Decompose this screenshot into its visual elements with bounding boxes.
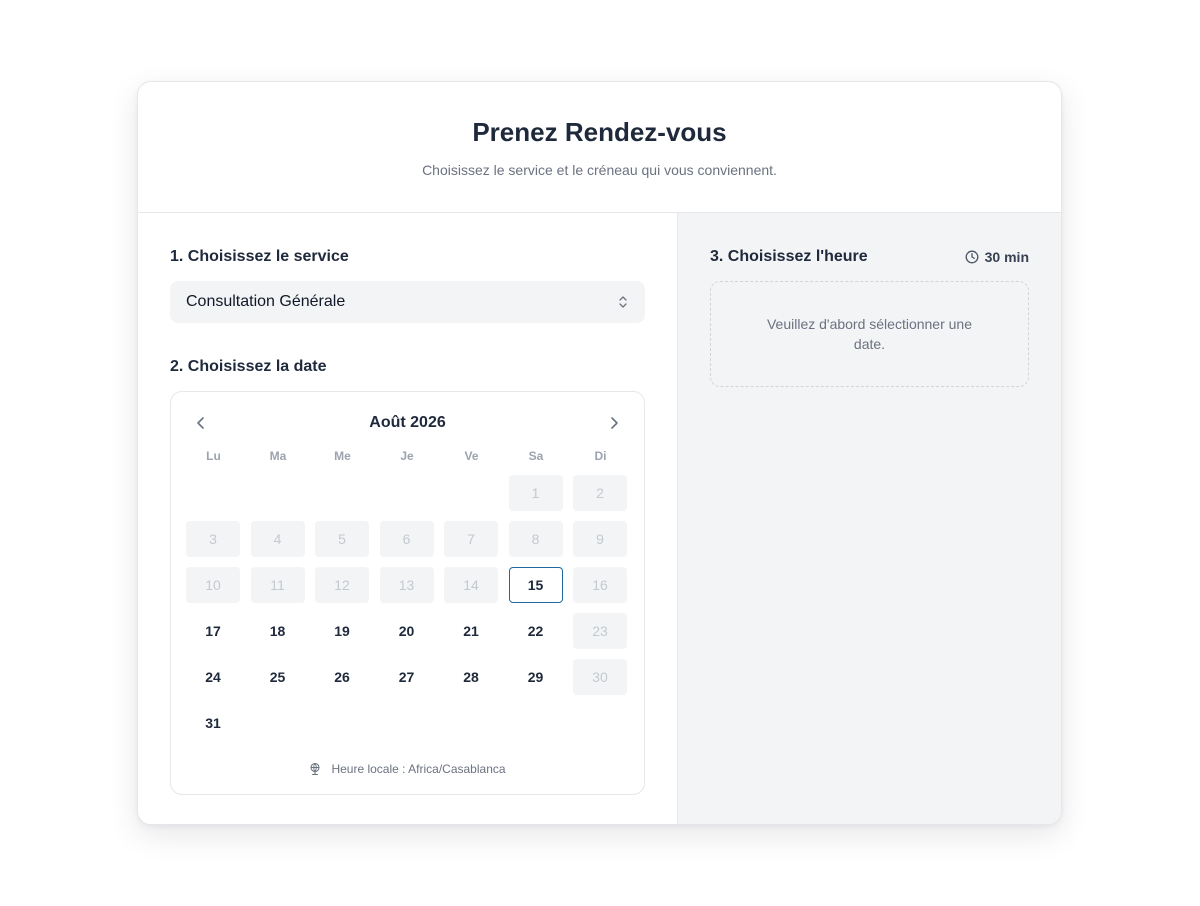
- right-panel: 3. Choisissez l'heure 30 min Veuillez d'…: [677, 213, 1061, 824]
- day-cell[interactable]: 21: [444, 613, 498, 649]
- clock-icon: [965, 250, 979, 264]
- day-cell-disabled: 9: [573, 521, 627, 557]
- prev-month-button[interactable]: [186, 408, 216, 438]
- day-cell[interactable]: 31: [186, 705, 240, 741]
- empty-day-cell: [186, 475, 240, 511]
- day-cell[interactable]: 29: [509, 659, 563, 695]
- day-cell[interactable]: 22: [509, 613, 563, 649]
- card-header: Prenez Rendez-vous Choisissez le service…: [138, 82, 1061, 213]
- weekday-label: Di: [594, 449, 607, 463]
- chevron-left-icon: [197, 417, 204, 429]
- day-cell[interactable]: 26: [315, 659, 369, 695]
- day-grid: 1 2 3 4 5 6 7 8 9 10 11 12 13 14 15 16 17 18 19 20 21 22 23 24 2…: [186, 475, 629, 741]
- day-cell-disabled: 12: [315, 567, 369, 603]
- weekday-label: Sa: [528, 449, 544, 463]
- day-cell-disabled: 30: [573, 659, 627, 695]
- day-cell-today[interactable]: 15: [508, 567, 563, 603]
- calendar: Août 2026 Lu Ma Me Je Ve Sa Di 1 2 3 4 5 6 7 8 9 10 11 12…: [170, 391, 645, 795]
- day-cell-disabled: 10: [186, 567, 240, 603]
- calendar-header: Août 2026: [186, 408, 629, 438]
- weekday-label: Me: [334, 449, 351, 463]
- day-cell[interactable]: 25: [251, 659, 305, 695]
- page-title: Prenez Rendez-vous: [472, 117, 727, 147]
- next-month-button[interactable]: [599, 408, 629, 438]
- globe-icon: [310, 762, 321, 776]
- date-section-label: 2. Choisissez la date: [170, 358, 327, 375]
- day-cell[interactable]: 19: [315, 613, 369, 649]
- time-slots-placeholder: Veuillez d'abord sélectionner une date.: [710, 281, 1029, 387]
- day-cell[interactable]: 17: [186, 613, 240, 649]
- empty-day-cell: [380, 475, 434, 511]
- service-section-label: 1. Choisissez le service: [170, 248, 349, 265]
- empty-day-cell: [251, 475, 305, 511]
- day-cell[interactable]: 24: [186, 659, 240, 695]
- day-cell-disabled: 3: [186, 521, 240, 557]
- day-cell[interactable]: 18: [251, 613, 305, 649]
- time-header: 3. Choisissez l'heure 30 min: [710, 247, 1029, 267]
- service-select-value: Consultation Générale: [186, 293, 346, 310]
- day-cell-disabled: 16: [573, 567, 627, 603]
- day-cell[interactable]: 27: [380, 659, 434, 695]
- day-cell-disabled: 4: [250, 521, 305, 557]
- page-subtitle: Choisissez le service et le créneau qui …: [422, 162, 777, 178]
- left-panel: 1. Choisissez le service Consultation Gé…: [138, 213, 677, 824]
- chevron-up-down-icon: [617, 295, 629, 309]
- weekday-label: Lu: [206, 449, 221, 463]
- day-cell-disabled: 5: [315, 521, 369, 557]
- timezone-note: Heure locale : Africa/Casablanca: [171, 762, 644, 776]
- day-cell-disabled: 14: [444, 567, 498, 603]
- day-cell-disabled: 6: [379, 521, 434, 557]
- day-cell-disabled: 2: [573, 475, 627, 511]
- empty-day-cell: [315, 475, 369, 511]
- weekday-row: Lu Ma Me Je Ve Sa Di: [186, 446, 629, 466]
- booking-card: Prenez Rendez-vous Choisissez le service…: [137, 81, 1062, 825]
- month-label: Août 2026: [369, 414, 446, 431]
- day-cell[interactable]: 28: [444, 659, 498, 695]
- weekday-label: Je: [400, 449, 414, 463]
- weekday-label: Ve: [464, 449, 479, 463]
- day-cell-disabled: 7: [444, 521, 498, 557]
- duration-badge: 30 min: [965, 249, 1029, 265]
- empty-day-cell: [444, 475, 498, 511]
- weekday-label: Ma: [269, 449, 287, 463]
- time-placeholder-text: Veuillez d'abord sélectionner une date.: [766, 316, 973, 352]
- day-cell-disabled: 1: [508, 475, 563, 511]
- day-cell[interactable]: 20: [380, 613, 434, 649]
- day-cell-disabled: 11: [250, 567, 305, 603]
- day-cell-disabled: 23: [573, 613, 627, 649]
- duration-text: 30 min: [984, 249, 1029, 265]
- chevron-right-icon: [611, 417, 618, 429]
- day-cell-disabled: 8: [508, 521, 563, 557]
- day-cell-disabled: 13: [379, 567, 434, 603]
- service-select[interactable]: Consultation Générale: [170, 281, 645, 323]
- timezone-text: Heure locale : Africa/Casablanca: [331, 762, 506, 776]
- time-section-label: 3. Choisissez l'heure: [710, 248, 868, 265]
- card-body: 1. Choisissez le service Consultation Gé…: [138, 213, 1061, 824]
